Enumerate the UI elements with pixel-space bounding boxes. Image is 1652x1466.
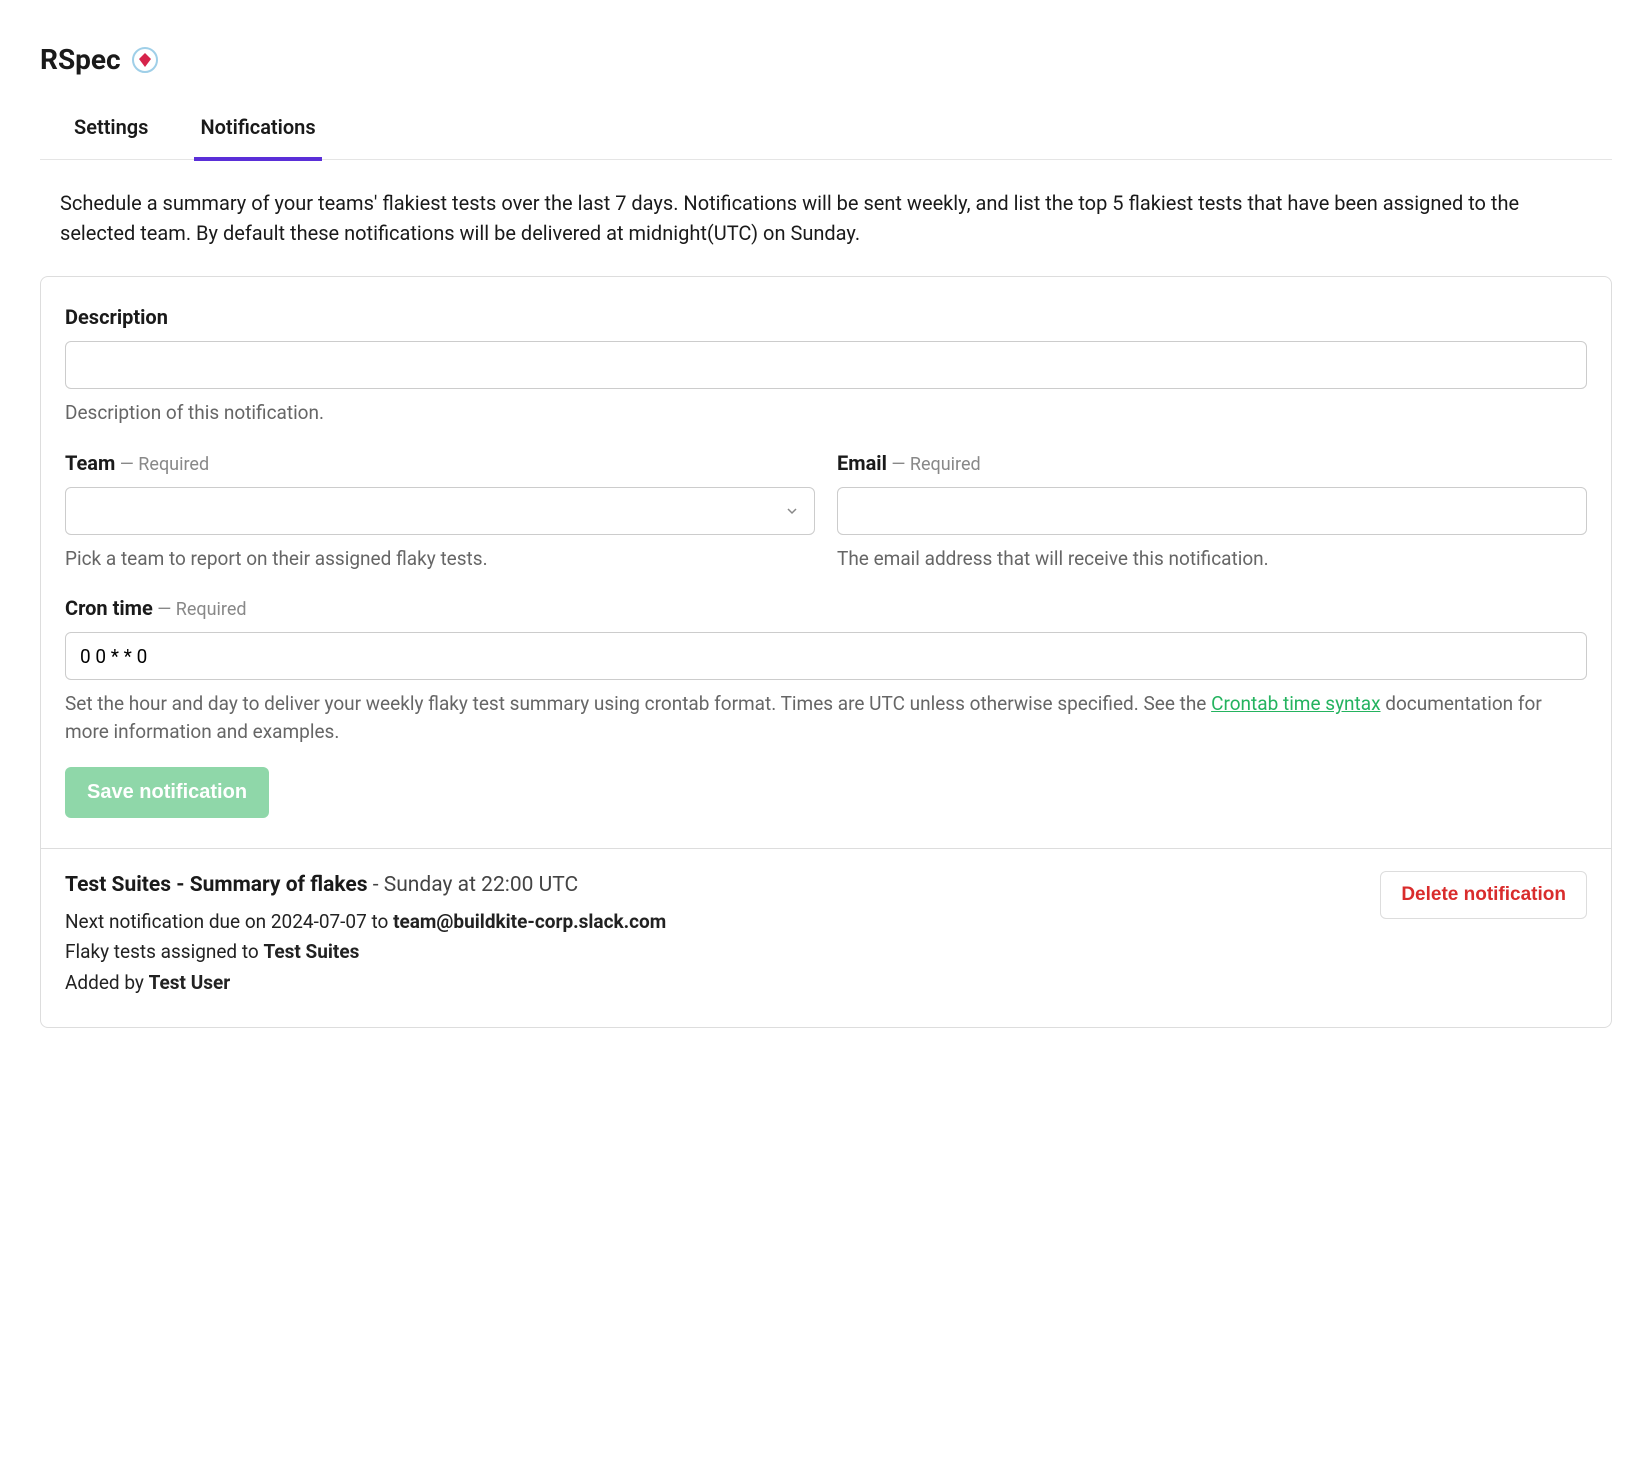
existing-next-email: team@buildkite-corp.slack.com bbox=[393, 910, 666, 933]
notification-card: Description Description of this notifica… bbox=[40, 276, 1612, 1027]
existing-added-user: Test User bbox=[149, 971, 231, 994]
team-label: Team bbox=[65, 449, 115, 477]
team-help: Pick a team to report on their assigned … bbox=[65, 545, 815, 573]
team-required: — Required bbox=[115, 454, 209, 475]
existing-added-line: Added by Test User bbox=[65, 970, 666, 997]
cron-label: Cron time bbox=[65, 594, 153, 622]
existing-notification: Test Suites - Summary of flakes - Sunday… bbox=[41, 848, 1611, 1026]
team-select[interactable] bbox=[65, 487, 815, 535]
tabs: Settings Notifications bbox=[40, 103, 1612, 160]
page-title-text: RSpec bbox=[40, 40, 121, 79]
cron-required: — Required bbox=[153, 599, 247, 620]
crontab-syntax-link[interactable]: Crontab time syntax bbox=[1211, 692, 1380, 715]
existing-flaky-line: Flaky tests assigned to Test Suites bbox=[65, 939, 666, 966]
existing-title: Test Suites - Summary of flakes - Sunday… bbox=[65, 871, 666, 900]
existing-flaky-pre: Flaky tests assigned to bbox=[65, 940, 263, 963]
delete-notification-button[interactable]: Delete notification bbox=[1380, 871, 1587, 919]
description-help: Description of this notification. bbox=[65, 399, 1587, 427]
existing-flaky-team: Test Suites bbox=[263, 940, 359, 963]
existing-schedule: - Sunday at 22:00 UTC bbox=[368, 873, 579, 897]
existing-added-pre: Added by bbox=[65, 971, 149, 994]
ruby-icon bbox=[131, 46, 159, 74]
existing-info: Test Suites - Summary of flakes - Sunday… bbox=[65, 871, 666, 1000]
tab-settings[interactable]: Settings bbox=[68, 103, 154, 161]
form-section: Description Description of this notifica… bbox=[41, 277, 1611, 848]
cron-input[interactable] bbox=[65, 632, 1587, 680]
email-group: Email — Required The email address that … bbox=[837, 449, 1587, 573]
description-group: Description Description of this notifica… bbox=[65, 303, 1587, 427]
cron-help: Set the hour and day to deliver your wee… bbox=[65, 690, 1587, 745]
email-input[interactable] bbox=[837, 487, 1587, 535]
page-title: RSpec bbox=[40, 40, 1612, 79]
email-help: The email address that will receive this… bbox=[837, 545, 1587, 573]
existing-title-text: Test Suites - Summary of flakes bbox=[65, 873, 368, 897]
existing-next-line: Next notification due on 2024-07-07 to t… bbox=[65, 909, 666, 936]
description-input[interactable] bbox=[65, 341, 1587, 389]
email-label: Email bbox=[837, 449, 887, 477]
team-group: Team — Required Pick a team to report on… bbox=[65, 449, 815, 573]
cron-group: Cron time — Required Set the hour and da… bbox=[65, 594, 1587, 745]
existing-next-pre: Next notification due on 2024-07-07 to bbox=[65, 910, 393, 933]
cron-help-pre: Set the hour and day to deliver your wee… bbox=[65, 692, 1211, 715]
description-label: Description bbox=[65, 303, 168, 331]
intro-text: Schedule a summary of your teams' flakie… bbox=[40, 188, 1612, 248]
save-notification-button[interactable]: Save notification bbox=[65, 767, 269, 818]
tab-notifications[interactable]: Notifications bbox=[194, 103, 321, 161]
email-required: — Required bbox=[887, 454, 981, 475]
